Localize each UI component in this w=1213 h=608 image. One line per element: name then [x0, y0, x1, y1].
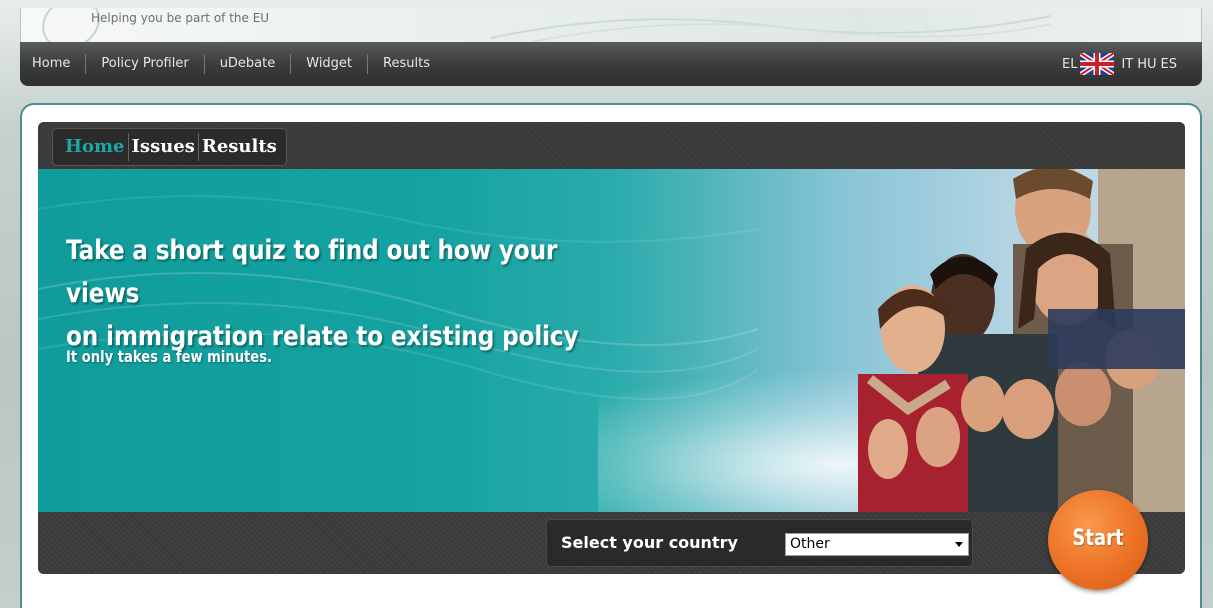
- site-tagline: Helping you be part of the EU: [91, 11, 270, 25]
- nav-udebate[interactable]: uDebate: [203, 54, 291, 74]
- uk-flag-icon[interactable]: [1080, 53, 1115, 75]
- nav-policy-profiler[interactable]: Policy Profiler: [85, 54, 203, 74]
- country-label: Select your country: [561, 533, 738, 552]
- lang-es[interactable]: ES: [1161, 57, 1177, 72]
- nav-widget[interactable]: Widget: [290, 54, 367, 74]
- tab-home[interactable]: Home: [59, 133, 128, 161]
- hero-title: Take a short quiz to find out how your v…: [66, 229, 616, 358]
- hero-title-line1: Take a short quiz to find out how your v…: [66, 235, 558, 309]
- country-select-value: Other: [790, 536, 830, 552]
- tab-results[interactable]: Results: [197, 133, 280, 161]
- lang-it[interactable]: IT: [1121, 57, 1133, 72]
- site-banner: Helping you be part of the EU: [20, 8, 1202, 42]
- nav-home[interactable]: Home: [20, 54, 85, 74]
- people-thumbs-up-photo: [858, 169, 1185, 512]
- lang-el[interactable]: EL: [1062, 57, 1077, 72]
- tab-issues[interactable]: Issues: [127, 133, 198, 161]
- main-navigation: Home Policy Profiler uDebate Widget Resu…: [20, 42, 1202, 86]
- chevron-down-icon: [955, 542, 963, 547]
- widget-footer: Select your country Other: [38, 512, 1185, 574]
- widget-header: Home Issues Results: [38, 122, 1185, 169]
- start-button-label: Start: [1072, 526, 1124, 551]
- quiz-widget: Home Issues Results Take a short quiz to…: [38, 122, 1185, 574]
- widget-tabs: Home Issues Results: [52, 128, 287, 166]
- country-selector-box: Select your country Other: [546, 519, 973, 567]
- language-selector: EL IT HU ES: [1058, 53, 1177, 75]
- hero-banner: Take a short quiz to find out how your v…: [38, 169, 1185, 512]
- banner-decoration: [491, 8, 1051, 42]
- lang-hu[interactable]: HU: [1137, 57, 1156, 72]
- hero-subtitle: It only takes a few minutes.: [66, 347, 272, 366]
- nav-results[interactable]: Results: [367, 54, 445, 74]
- start-button[interactable]: Start: [1048, 490, 1148, 590]
- country-select[interactable]: Other: [785, 533, 969, 556]
